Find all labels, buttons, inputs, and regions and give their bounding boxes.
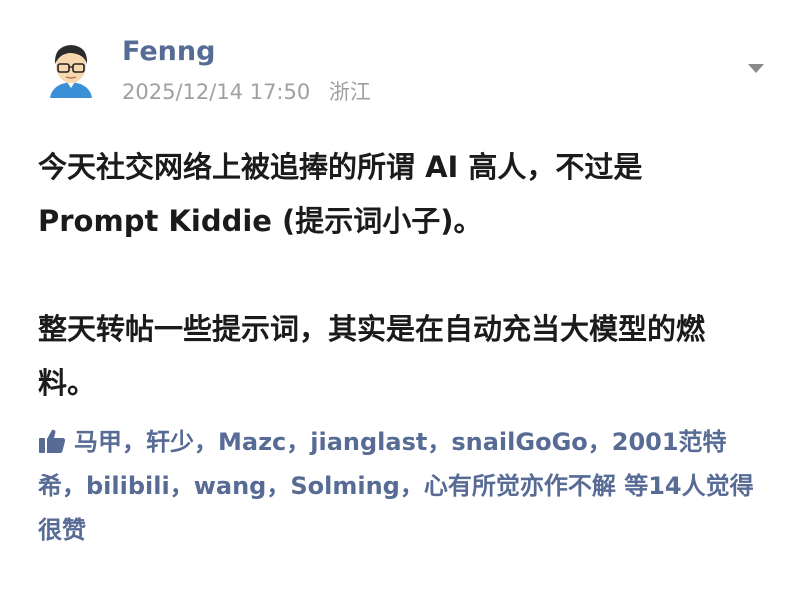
author-name[interactable]: Fenng <box>122 36 215 67</box>
chevron-down-icon[interactable] <box>742 58 770 78</box>
post-content: 今天社交网络上被追捧的所谓 AI 高人，不过是 Prompt Kiddie (提… <box>38 140 768 464</box>
post-meta: 2025/12/14 17:50 浙江 <box>122 76 383 106</box>
post-location: 浙江 <box>328 80 371 104</box>
post-card: Fenng 2025/12/14 17:50 浙江 今天社交网络上被追捧的所谓 … <box>0 0 800 596</box>
thumbs-up-icon <box>39 429 66 453</box>
likes-list[interactable]: 马甲，轩少，Mazc，jianglast，snailGoGo，2001范特希，b… <box>38 420 768 552</box>
likes-names[interactable]: 马甲，轩少，Mazc，jianglast，snailGoGo，2001范特希，b… <box>38 428 754 544</box>
post-paragraph-1: 今天社交网络上被追捧的所谓 AI 高人，不过是 Prompt Kiddie (提… <box>38 150 643 238</box>
post-paragraph-2: 整天转帖一些提示词，其实是在自动充当大模型的燃 料。 <box>38 312 706 400</box>
post-timestamp: 2025/12/14 17:50 <box>122 80 311 104</box>
avatar[interactable] <box>40 36 102 98</box>
